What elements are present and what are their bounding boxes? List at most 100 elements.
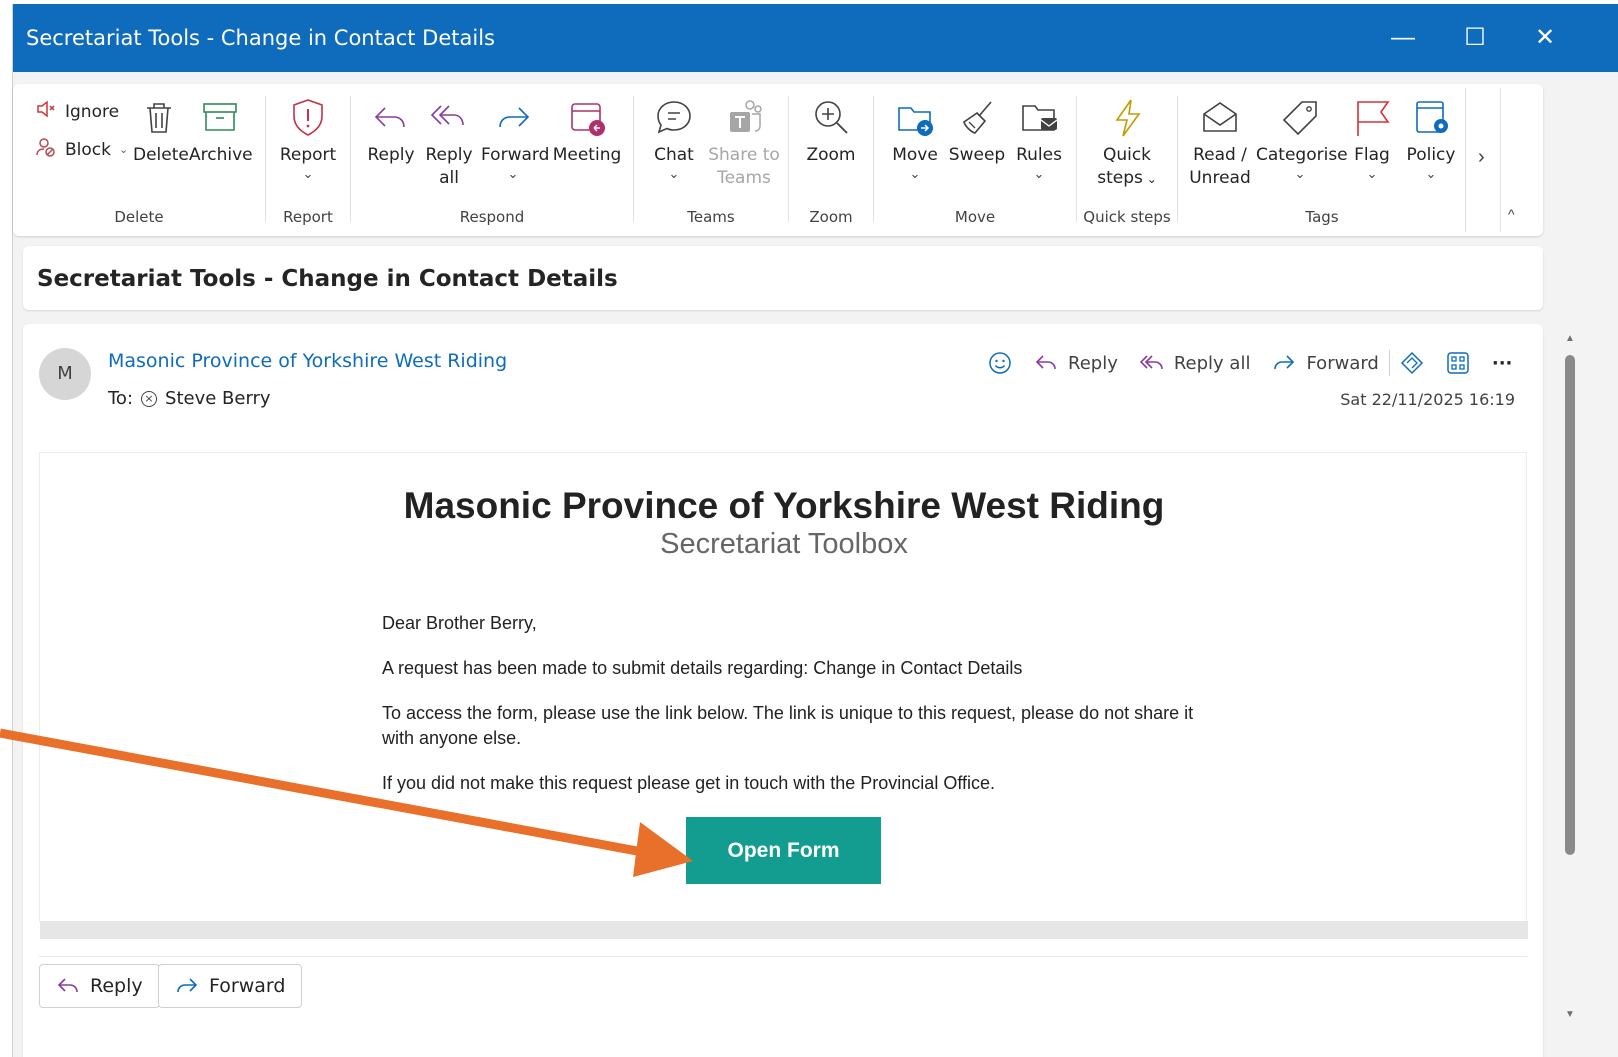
to-label: To: [108,388,134,409]
footer-forward-label: Forward [209,975,286,997]
smiley-icon [989,352,1011,374]
loop-icon [1400,351,1423,375]
report-label: Report [279,145,337,165]
flag-button[interactable]: Flag ⌄ [1350,96,1394,183]
rules-label: Rules [1016,145,1062,165]
chevron-down-icon: ⌄ [1033,167,1045,182]
message-subject: Secretariat Tools - Change in Contact De… [37,266,618,292]
chevron-down-icon: ⌄ [118,143,129,156]
react-button[interactable] [988,351,1012,375]
vertical-scrollbar[interactable]: ▲ ▼ [1563,329,1577,1029]
chevron-right-icon[interactable]: › [1478,146,1485,169]
minimize-button[interactable]: — [1383,22,1423,54]
close-button[interactable]: ✕ [1525,22,1565,54]
lightning-icon [1105,96,1149,140]
reply-button[interactable]: Reply [365,96,417,167]
categorise-button[interactable]: Categorise ⌄ [1256,96,1348,183]
ignore-button[interactable]: Ignore [35,98,119,125]
recipient-name[interactable]: Steve Berry [165,388,271,409]
message-reply-all-label: Reply all [1173,352,1251,374]
message-reply-all-button[interactable]: Reply all [1139,351,1251,375]
reply-icon [57,978,78,993]
forward-button[interactable]: Forward ⌄ [481,96,549,183]
scroll-up-icon[interactable]: ▲ [1565,333,1575,344]
chevron-down-icon: ⌄ [668,167,680,182]
chat-icon [652,96,696,140]
block-button[interactable]: Block ⌄ [35,136,128,163]
scrollbar-thumb[interactable] [1565,355,1575,855]
chevron-down-icon: ⌄ [302,167,314,182]
reply-all-label-line2: all [439,168,459,188]
chevron-down-icon: ⌄ [1142,172,1157,186]
reply-all-button[interactable]: Reply all [423,96,475,190]
zoom-button[interactable]: Zoom [803,96,859,167]
loop-button[interactable] [1400,351,1424,375]
sender-name[interactable]: Masonic Province of Yorkshire West Ridin… [108,350,507,372]
shield-alert-icon [286,96,330,140]
report-button[interactable]: Report ⌄ [278,96,338,183]
move-button[interactable]: Move ⌄ [886,96,944,183]
chevron-down-icon: ⌄ [1294,167,1306,182]
share-to-teams-label-line2: Teams [717,168,771,188]
quick-steps-label-line2: steps ⌄ [1095,167,1159,191]
footer-forward-button[interactable]: Forward [158,964,303,1008]
flag-label: Flag [1354,145,1390,165]
sweep-button[interactable]: Sweep [946,96,1008,167]
chat-button[interactable]: Chat ⌄ [648,96,700,183]
tag-icon [1278,96,1322,140]
apps-button[interactable] [1446,351,1470,375]
ribbon-group-label: Teams [687,208,735,226]
meeting-button[interactable]: Meeting [551,96,623,167]
delete-button[interactable]: Delete [133,96,189,167]
ignore-icon [35,98,57,125]
broom-icon [955,96,999,140]
message-reply-button[interactable]: Reply [1034,351,1118,375]
collapse-ribbon-icon[interactable]: ^ [1508,206,1515,222]
footer-reply-button[interactable]: Reply [39,964,160,1008]
quick-steps-button[interactable]: Quick steps ⌄ [1095,96,1159,191]
ribbon-group-label: Delete [114,208,164,226]
forward-icon [491,96,535,140]
message-actions: Reply Reply all Forward ··· [988,346,1534,380]
message-forward-label: Forward [1306,352,1379,374]
recipient-status-icon: × [141,390,158,407]
email-contact-line: If you did not make this request please … [382,773,996,793]
meeting-label: Meeting [552,145,622,165]
divider [39,956,1527,957]
open-form-button[interactable]: Open Form [686,817,881,884]
chevron-down-icon: ⌄ [507,167,519,182]
email-request-line: A request has been made to submit detail… [382,658,1023,678]
scroll-down-icon[interactable]: ▼ [1565,1009,1575,1020]
read-unread-label-line2: Unread [1189,168,1251,188]
reply-icon [369,96,413,140]
sweep-label: Sweep [948,145,1006,165]
policy-label: Policy [1406,145,1456,165]
email-subtitle: Secretariat Toolbox [660,528,908,560]
ribbon-group-zoom: Zoom Zoom [789,84,873,236]
ribbon-group-label: Report [283,208,333,226]
chat-label: Chat [654,145,694,165]
ribbon-group-respond: Reply Reply all Forward ⌄ Meeting Respon… [351,84,633,236]
ribbon-group-label: Tags [1305,208,1339,226]
ribbon-group-teams: Chat ⌄ Share to Teams Teams [634,84,788,236]
ribbon-overflow[interactable]: › [1465,88,1501,232]
rules-button[interactable]: Rules ⌄ [1012,96,1066,183]
recipients-line: To: × Steve Berry [108,388,271,409]
archive-button[interactable]: Archive [189,96,253,167]
more-actions-button[interactable]: ··· [1492,353,1513,374]
email-body: Masonic Province of Yorkshire West Ridin… [39,452,1528,939]
ribbon-group-delete: Ignore Block ⌄ Delete Archive Delete [13,84,265,236]
policy-button[interactable]: Policy ⌄ [1404,96,1458,183]
message-forward-button[interactable]: Forward [1272,351,1379,375]
zoom-label: Zoom [806,145,856,165]
outlook-message-window: Secretariat Tools - Change in Contact De… [12,4,1618,1057]
ribbon-group-label: Respond [459,208,525,226]
chevron-down-icon: ⌄ [909,167,921,182]
trash-icon [137,96,181,140]
chevron-down-icon: ⌄ [1425,167,1437,182]
share-to-teams-button[interactable]: Share to Teams [708,96,780,190]
maximize-button[interactable]: ☐ [1455,22,1495,54]
delete-label: Delete [133,145,189,165]
read-unread-button[interactable]: Read / Unread [1188,96,1252,190]
avatar[interactable]: M [39,348,91,400]
